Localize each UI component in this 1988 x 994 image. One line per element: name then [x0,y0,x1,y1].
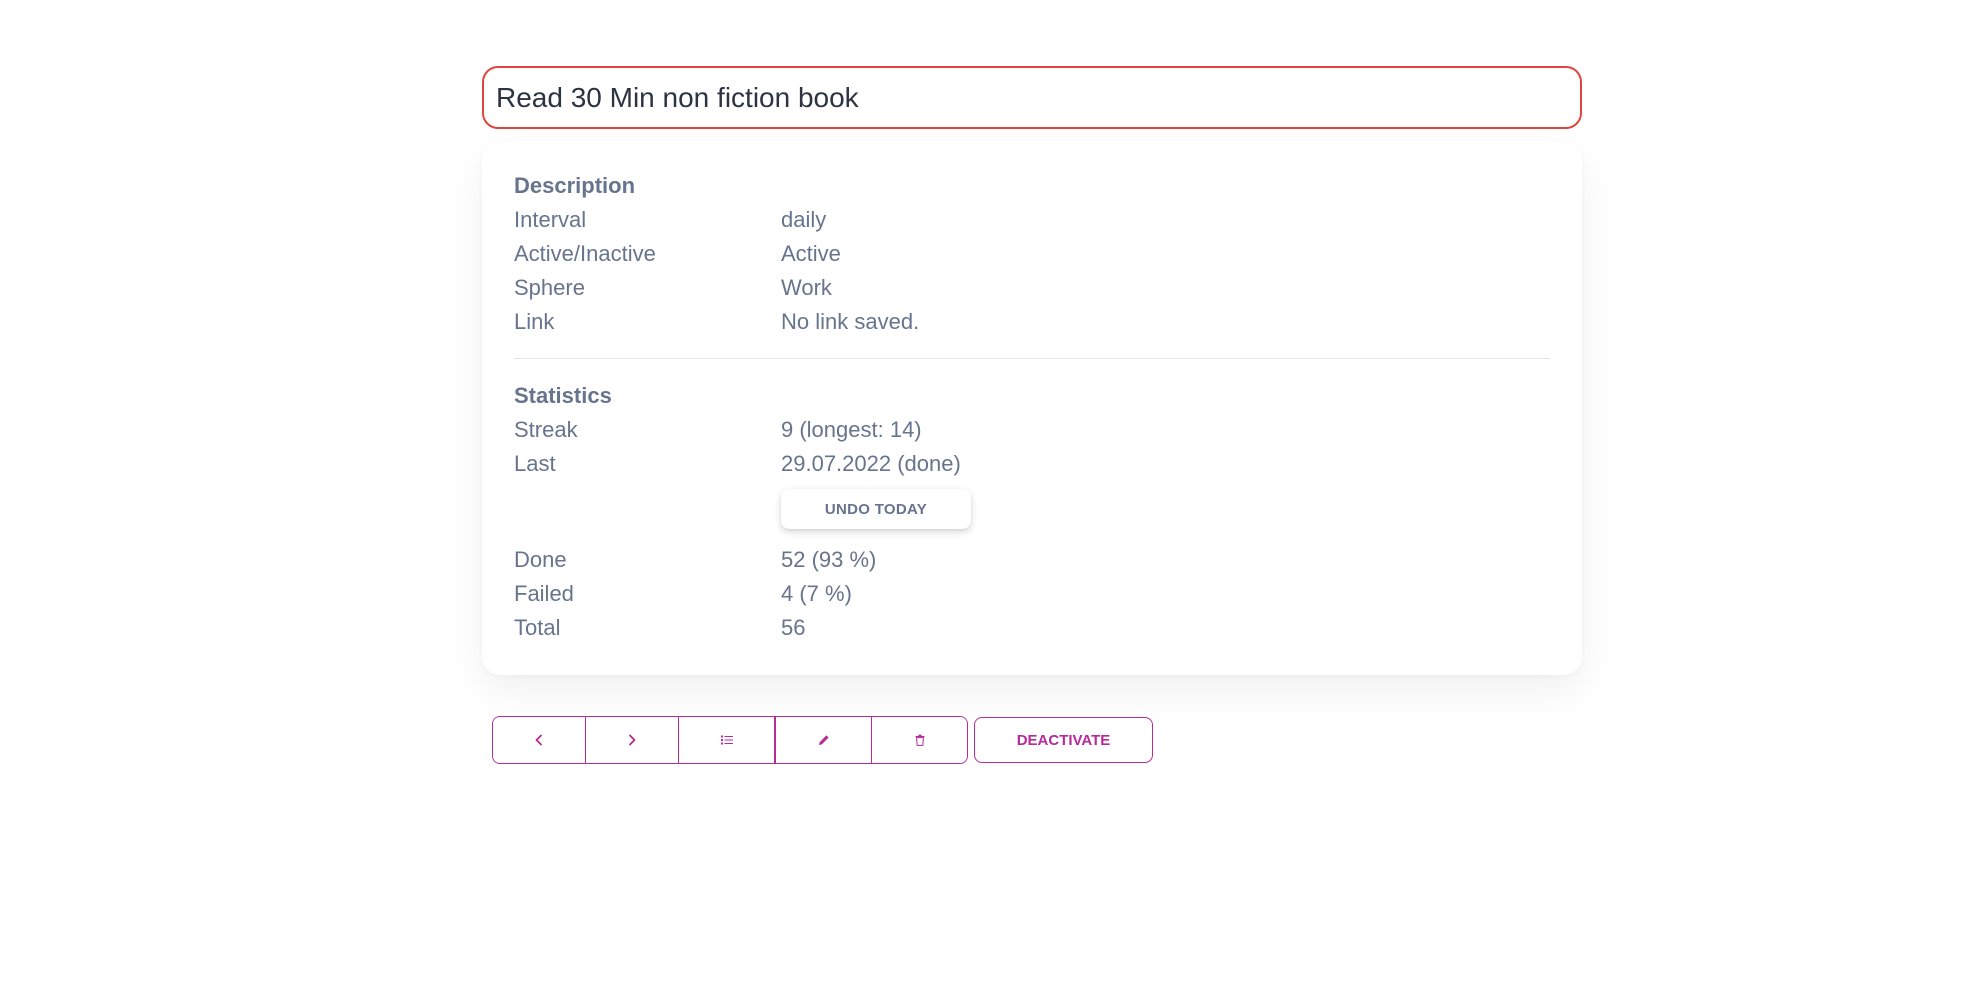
streak-row: Streak 9 (longest: 14) [514,413,1550,447]
edit-button[interactable] [775,717,872,763]
list-button[interactable] [679,717,775,763]
failed-label: Failed [514,581,574,606]
total-row: Total 56 [514,611,1550,645]
failed-value: 4 (7 %) [781,581,852,606]
pencil-icon [818,734,830,746]
habit-title: Read 30 Min non fiction book [496,81,859,113]
streak-label: Streak [514,417,578,442]
total-label: Total [514,615,561,640]
done-value: 52 (93 %) [781,547,877,572]
streak-value: 9 (longest: 14) [781,417,922,442]
list-icon [720,735,733,745]
undo-row: UNDO TODAY [514,489,1550,529]
link-label: Link [514,309,555,334]
total-value: 56 [781,615,806,640]
active-row: Active/Inactive Active [514,237,1550,271]
last-value: 29.07.2022 (done) [781,451,961,476]
chevron-right-icon [627,734,637,746]
failed-row: Failed 4 (7 %) [514,577,1550,611]
nav-button-group [492,716,968,764]
done-label: Done [514,547,567,572]
habit-card: Description Interval daily Active/Inacti… [482,141,1582,675]
delete-button[interactable] [872,717,967,763]
habit-title-field[interactable]: Read 30 Min non fiction book [482,66,1582,129]
last-label: Last [514,451,556,476]
chevron-left-icon [534,734,544,746]
next-button[interactable] [586,717,679,763]
undo-today-button[interactable]: UNDO TODAY [781,489,971,529]
last-row: Last 29.07.2022 (done) [514,447,1550,481]
statistics-heading: Statistics [514,383,612,408]
sphere-label: Sphere [514,275,585,300]
done-row: Done 52 (93 %) [514,543,1550,577]
previous-button[interactable] [493,717,586,763]
section-divider [514,358,1550,359]
habit-toolbar: DEACTIVATE [492,716,1153,764]
sphere-row: Sphere Work [514,271,1550,305]
active-label: Active/Inactive [514,241,656,266]
interval-row: Interval daily [514,203,1550,237]
link-row: Link No link saved. [514,305,1550,339]
description-heading: Description [514,173,636,198]
habit-detail: Read 30 Min non fiction book Description… [482,66,1582,675]
interval-value: daily [781,207,827,232]
active-value: Active [781,241,841,266]
link-value: No link saved. [781,309,920,334]
trash-icon [915,734,925,746]
deactivate-button[interactable]: DEACTIVATE [974,717,1153,763]
undo-spacer [514,489,781,529]
interval-label: Interval [514,207,587,232]
sphere-value: Work [781,275,832,300]
